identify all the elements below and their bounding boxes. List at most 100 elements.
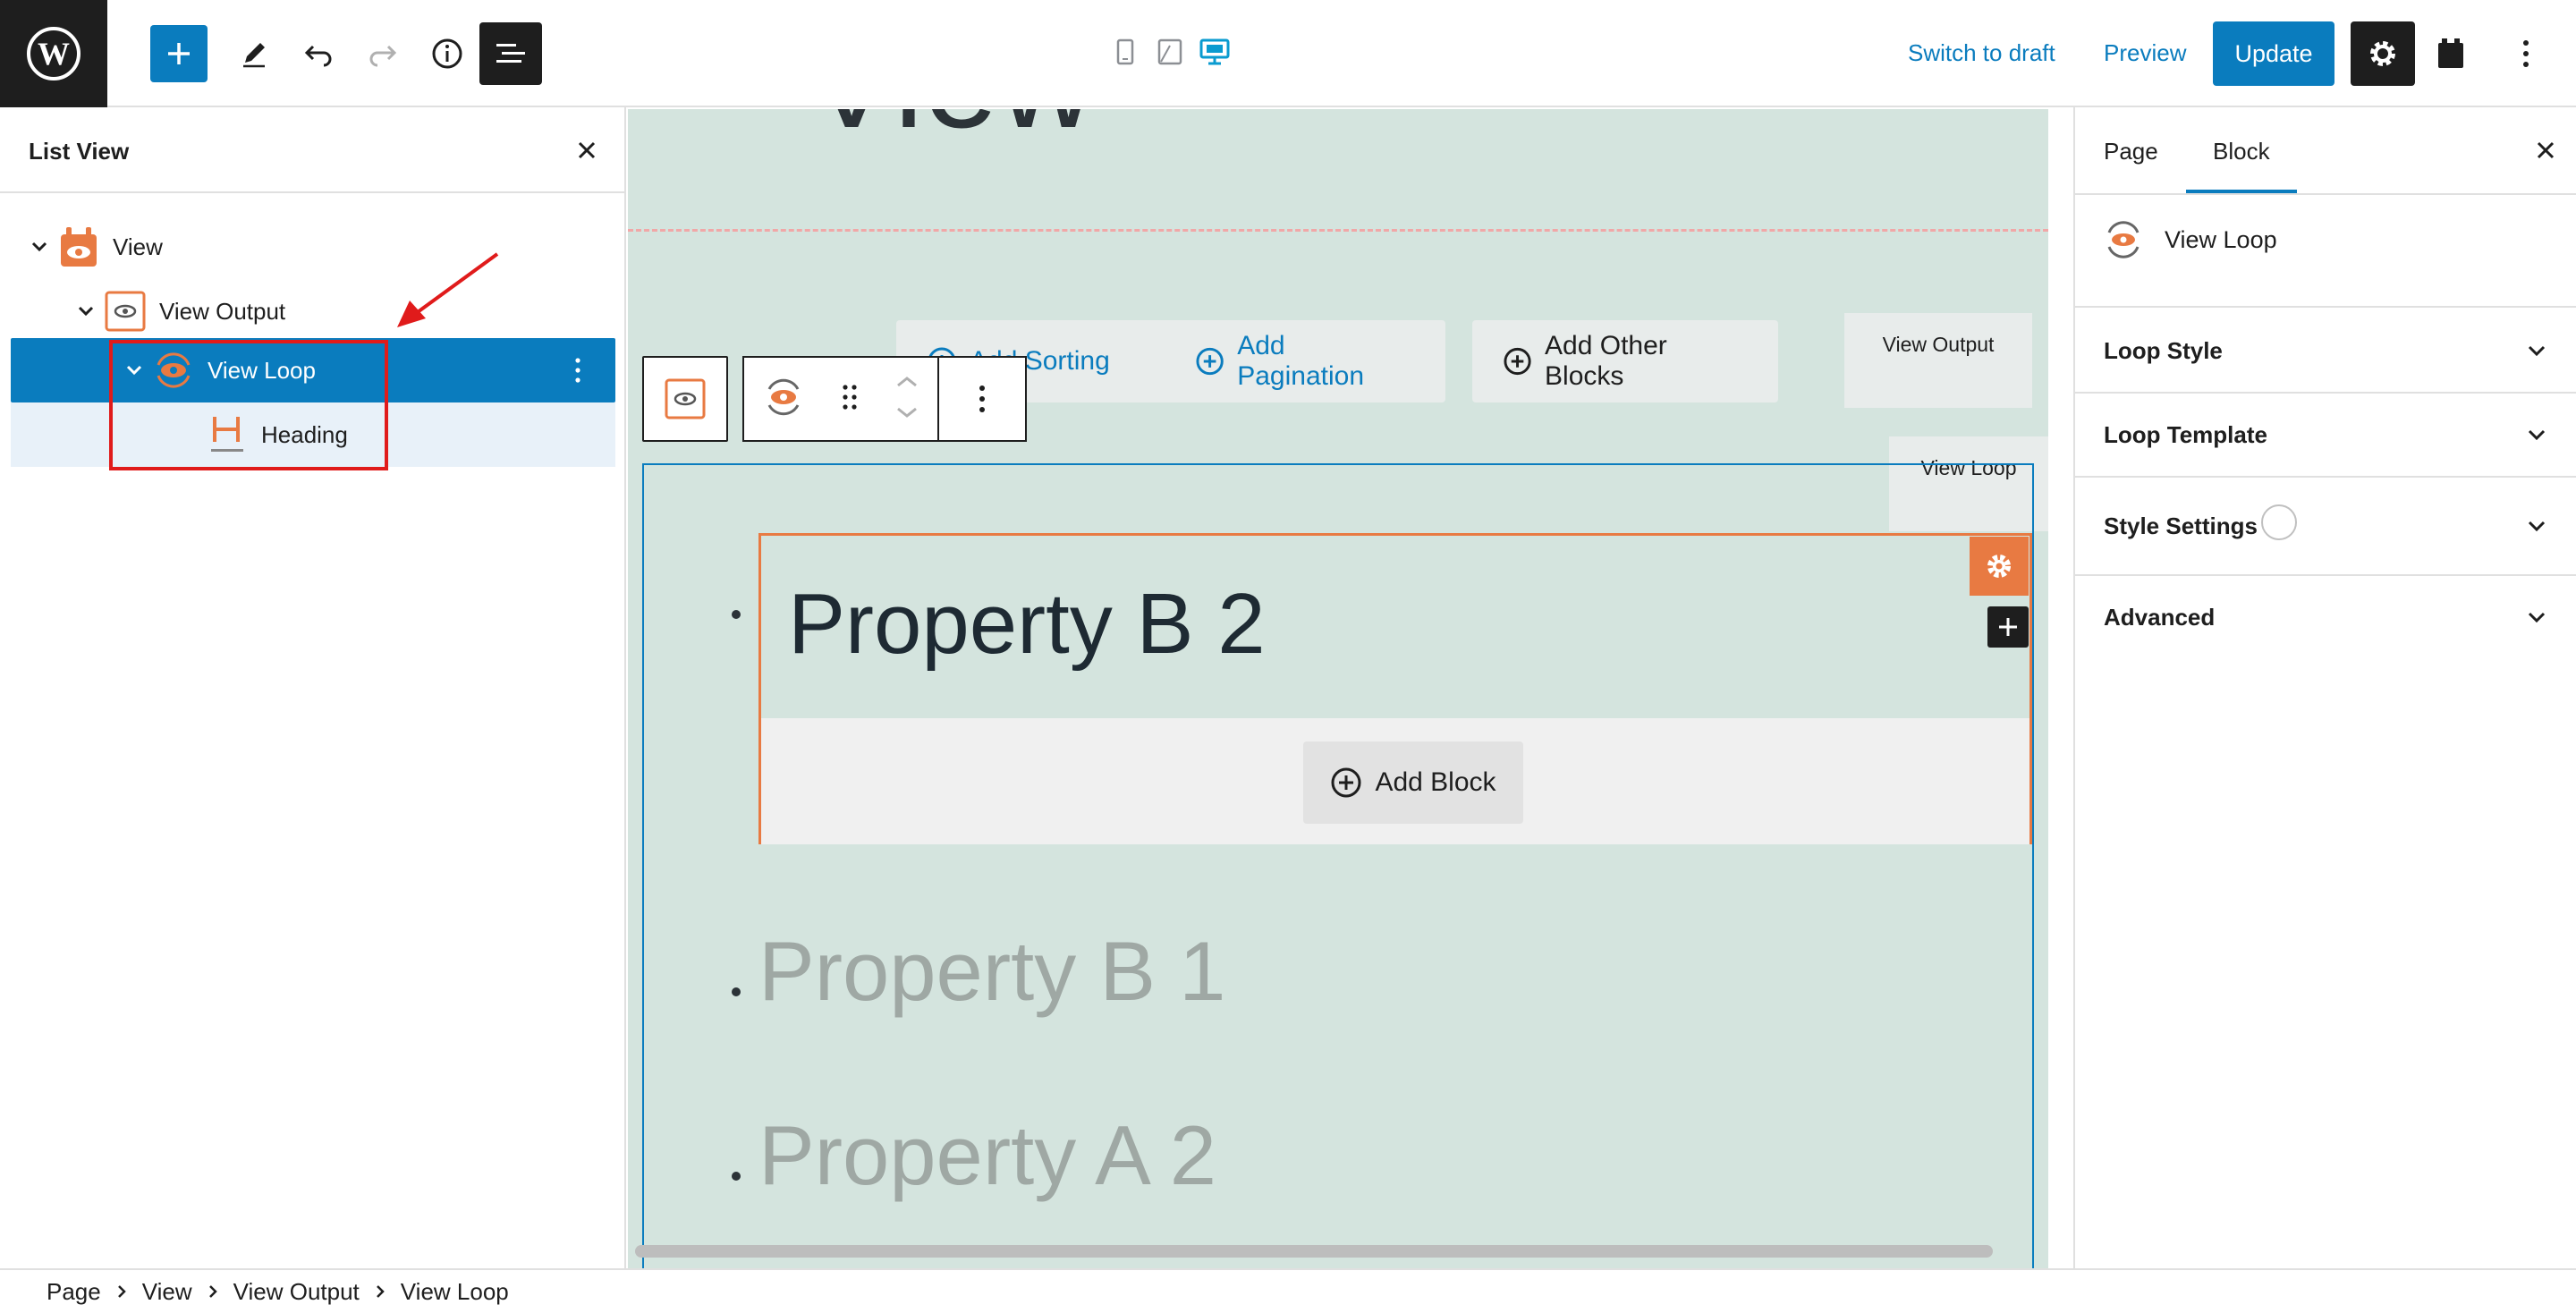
preview-button[interactable]: Preview <box>2104 39 2186 67</box>
breadcrumb-view-loop: View Loop <box>400 1277 509 1305</box>
plus-circle-icon <box>1331 767 1361 798</box>
loop-item-settings-button[interactable] <box>1970 537 2029 596</box>
tab-page[interactable]: Page <box>2104 138 2158 165</box>
undo-button[interactable] <box>290 25 347 82</box>
panel-style-settings[interactable]: Style Settings <box>2075 481 2576 571</box>
loop-item-heading[interactable]: Property A 2 <box>758 1107 1216 1204</box>
chevron-down-icon <box>2519 333 2555 368</box>
tablet-preview-button[interactable] <box>1154 36 1186 68</box>
block-card-title: View Loop <box>2165 225 2277 253</box>
close-icon <box>2537 141 2555 159</box>
list-view-panel: List View View View Output View Loop Hea… <box>0 107 626 1268</box>
panel-loop-template[interactable]: Loop Template <box>2075 394 2576 476</box>
add-other-blocks-button[interactable]: Add Other Blocks <box>1472 320 1778 402</box>
close-settings-button[interactable] <box>2528 132 2563 168</box>
mobile-icon <box>1116 38 1134 65</box>
plus-circle-icon <box>1504 347 1531 376</box>
panel-loop-style[interactable]: Loop Style <box>2075 309 2576 392</box>
move-up-down-buttons[interactable] <box>894 373 919 426</box>
info-icon <box>432 38 462 69</box>
view-loop-block-type-button[interactable] <box>762 377 805 422</box>
mobile-preview-button[interactable] <box>1109 36 1141 68</box>
list-bullet <box>732 1172 741 1181</box>
add-block-button[interactable]: Add Block <box>1303 741 1523 824</box>
view-output-tag[interactable]: View Output <box>1844 313 2032 408</box>
breadcrumb-page[interactable]: Page <box>47 1278 101 1306</box>
divider <box>2075 306 2576 308</box>
selected-loop-item[interactable]: Property B 2 Add Block <box>758 533 2032 844</box>
redo-button[interactable] <box>354 25 411 82</box>
chevron-down-icon[interactable] <box>21 229 57 265</box>
loop-item-heading[interactable]: Property B 1 <box>758 923 1225 1020</box>
desktop-icon <box>1199 38 1230 65</box>
add-block-button[interactable] <box>150 25 208 82</box>
block-breadcrumb: Page View View Output View Loop <box>0 1268 2576 1313</box>
chevron-right-icon <box>101 1283 142 1300</box>
options-menu-button[interactable] <box>2497 25 2555 82</box>
chevron-right-icon <box>192 1283 233 1300</box>
tablet-icon <box>1157 38 1182 65</box>
plugin-icon <box>2438 38 2463 68</box>
list-view-toggle-button[interactable] <box>479 22 542 85</box>
plus-icon <box>168 43 190 64</box>
add-pagination-label: Add Pagination <box>1237 331 1365 391</box>
drag-handle[interactable] <box>841 383 859 416</box>
wordpress-logo-button[interactable]: W <box>0 0 107 107</box>
add-other-blocks-label: Add Other Blocks <box>1545 331 1667 391</box>
chevron-down-icon <box>2519 599 2555 635</box>
gear-icon <box>2370 41 2395 66</box>
close-icon <box>578 141 596 159</box>
pencil-icon <box>243 43 265 68</box>
list-item-view-loop[interactable]: View Loop <box>11 338 615 402</box>
horizontal-scrollbar[interactable] <box>635 1245 1993 1258</box>
block-toolbar-group <box>742 356 937 442</box>
wordpress-icon: W <box>27 27 80 80</box>
list-view-icon <box>496 44 525 63</box>
settings-button[interactable] <box>2351 21 2415 86</box>
add-block-label: Add Block <box>1375 767 1496 797</box>
svg-text:W: W <box>38 36 70 72</box>
switch-to-draft-button[interactable]: Switch to draft <box>1908 39 2055 67</box>
panel-advanced[interactable]: Advanced <box>2075 576 2576 658</box>
annotation-arrow-icon <box>397 252 499 327</box>
loop-item-heading-area: Property B 2 <box>761 536 2029 718</box>
list-bullet <box>732 987 741 996</box>
update-button[interactable]: Update <box>2213 21 2334 86</box>
breadcrumb-view[interactable]: View <box>142 1278 192 1306</box>
tools-button[interactable] <box>225 25 283 82</box>
breadcrumb-view-output[interactable]: View Output <box>233 1278 360 1306</box>
chevron-down-icon[interactable] <box>68 293 104 329</box>
more-vertical-icon <box>575 358 580 383</box>
block-options-button[interactable] <box>560 352 596 388</box>
device-preview-group <box>1109 36 1231 68</box>
divider <box>2075 193 2576 195</box>
chevron-down-icon[interactable] <box>116 352 152 388</box>
add-pagination-button[interactable]: Add Pagination <box>1165 320 1445 402</box>
page-title-cropped: View <box>807 109 1095 158</box>
list-item-heading[interactable]: Heading <box>11 402 615 467</box>
loop-item-block-area: Add Block <box>761 718 2029 844</box>
details-button[interactable] <box>419 25 476 82</box>
list-item-view[interactable]: View <box>11 215 615 279</box>
gear-icon <box>1987 555 2011 578</box>
more-vertical-icon <box>2523 40 2529 67</box>
drag-handle-icon <box>843 384 857 410</box>
redo-icon <box>369 45 397 67</box>
panel-title: Loop Template <box>2104 420 2267 448</box>
select-parent-button[interactable] <box>642 356 728 442</box>
insert-block-button[interactable] <box>1987 606 2029 648</box>
list-view-title: List View <box>29 138 130 165</box>
plus-icon <box>1999 618 2017 636</box>
plugin-sidebar-button[interactable] <box>2422 25 2479 82</box>
list-item-view-output[interactable]: View Output <box>11 279 615 343</box>
editor-top-bar: W Switch to draft Preview Update <box>0 0 2576 107</box>
panel-title: Style Settings <box>2104 512 2258 539</box>
editor-canvas[interactable]: View Add Sorting Add Pagination Add Othe… <box>628 109 2048 1268</box>
close-list-view-button[interactable] <box>569 132 605 168</box>
desktop-preview-button[interactable] <box>1199 36 1231 68</box>
tab-block[interactable]: Block <box>2213 138 2270 165</box>
block-more-options-button[interactable] <box>937 356 1027 442</box>
view-loop-icon <box>2107 221 2140 258</box>
loop-item-heading[interactable]: Property B 2 <box>788 575 1266 673</box>
chevron-down-icon <box>2519 508 2555 544</box>
